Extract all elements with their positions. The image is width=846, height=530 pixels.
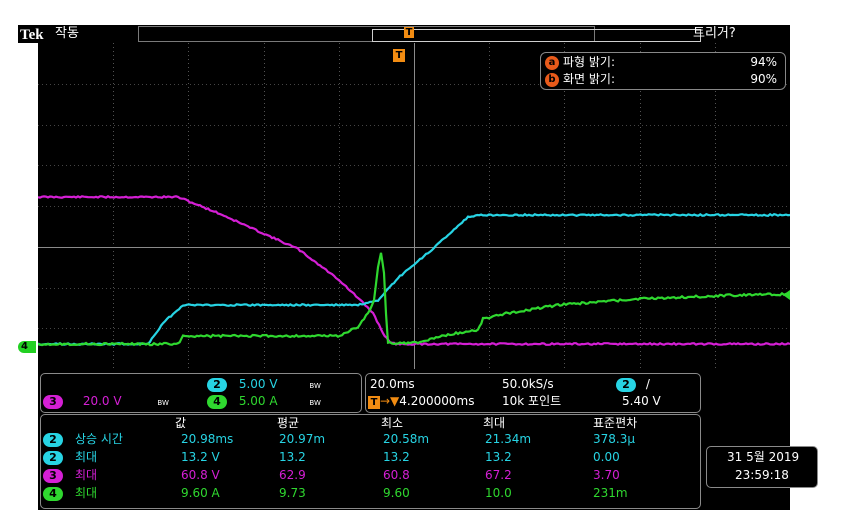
row-name: 최대: [75, 450, 98, 464]
ch2-scale-row[interactable]: 2 5.00 V BW: [207, 377, 347, 392]
ch4-scale-row[interactable]: 4 5.00 A BW: [207, 394, 347, 409]
waveform-brightness-value: 94%: [750, 55, 777, 69]
brightness-readout: a 파형 밝기: 94% b 화면 밝기: 90%: [540, 52, 786, 90]
table-row[interactable]: 3 최대 60.8 V 62.9 60.8 67.2 3.70: [43, 468, 693, 484]
row-ch-badge: 2: [43, 433, 63, 447]
acquisition-mode: 작동: [55, 26, 79, 41]
ch3-bw-icon: BW: [157, 399, 169, 407]
row-min: 60.8: [383, 468, 410, 482]
ch4-scale: 5.00 A: [238, 394, 278, 408]
ch4-bw-icon: BW: [309, 399, 321, 407]
row-value: 20.98ms: [181, 432, 234, 446]
row-mean: 62.9: [279, 468, 306, 482]
row-ch-badge: 2: [43, 451, 63, 465]
trigger-level: 5.40 V: [622, 394, 661, 408]
record-length: 10k 포인트: [502, 394, 562, 408]
row-mean: 13.2: [279, 450, 306, 464]
trigger-ch2-badge: 2: [616, 378, 636, 392]
ch2-scale: 5.00 V: [238, 377, 278, 391]
row-max: 67.2: [485, 468, 512, 482]
trigger-status: 트리거?: [693, 26, 736, 41]
grid-lines: [38, 43, 790, 369]
row-value: 60.8 V: [181, 468, 220, 482]
ch3-scale: 20.0 V: [82, 394, 122, 408]
row-name: 상승 시간: [75, 432, 123, 446]
screen-brightness-value: 90%: [750, 72, 777, 86]
header-stddev: 표준편차: [593, 416, 638, 430]
oscilloscope-screen: Tek 작동 T 트리거? T a 파형 밝기: 94% b 화면 밝기: 90%: [0, 0, 846, 530]
row-value: 9.60 A: [181, 486, 220, 500]
channel-scale-box[interactable]: 2 5.00 V BW 3 20.0 V BW 4 5.00 A BW: [40, 373, 362, 413]
sample-rate: 50.0kS/s: [502, 377, 554, 391]
horizontal-position: T →▼4.200000ms: [368, 394, 475, 409]
time: 23:59:18: [735, 468, 789, 482]
ch4-ground-marker[interactable]: 4: [18, 341, 36, 353]
trigger-slope: /: [645, 377, 650, 391]
waveform-brightness-row: a 파형 밝기: 94%: [545, 54, 781, 71]
table-row[interactable]: 2 상승 시간 20.98ms 20.97m 20.58m 21.34m 378…: [43, 432, 693, 448]
ch4-level-marker: [783, 290, 790, 300]
ch3-scale-row[interactable]: 3 20.0 V BW: [43, 394, 193, 409]
delay-arrow-icon: →▼: [380, 394, 400, 408]
row-min: 9.60: [383, 486, 410, 500]
row-max: 21.34m: [485, 432, 532, 446]
row-mean: 20.97m: [279, 432, 326, 446]
badge-b-icon: b: [545, 73, 559, 87]
readout-panel: 2 5.00 V BW 3 20.0 V BW 4 5.00 A BW 20.0…: [38, 369, 790, 510]
badge-a-icon: a: [545, 56, 559, 70]
row-max: 13.2: [485, 450, 512, 464]
table-row[interactable]: 2 최대 13.2 V 13.2 13.2 13.2 0.00: [43, 450, 693, 466]
row-min: 20.58m: [383, 432, 430, 446]
header-max: 최대: [483, 416, 506, 430]
ch4-badge: 4: [207, 395, 227, 409]
row-max: 10.0: [485, 486, 512, 500]
row-stddev: 231m: [593, 486, 628, 500]
top-status-bar: Tek 작동 T 트리거?: [18, 25, 790, 43]
record-view-window[interactable]: [372, 29, 701, 42]
header-value: 값: [175, 416, 187, 430]
trigger-position-icon: T: [404, 27, 414, 38]
trigger-marker-icon[interactable]: T: [393, 49, 405, 62]
horizontal-position-value: 4.200000ms: [399, 394, 475, 408]
table-row[interactable]: 4 최대 9.60 A 9.73 9.60 10.0 231m: [43, 486, 693, 502]
ch3-badge: 3: [43, 395, 63, 409]
waveform-brightness-label: 파형 밝기:: [563, 55, 616, 69]
row-mean: 9.73: [279, 486, 306, 500]
graticule-svg: [38, 43, 790, 369]
header-mean: 평균: [277, 416, 300, 430]
screen-brightness-row: b 화면 밝기: 90%: [545, 71, 781, 88]
trigger-source: 2 /: [616, 377, 650, 392]
ch2-badge: 2: [207, 378, 227, 392]
row-min: 13.2: [383, 450, 410, 464]
header-min: 최소: [381, 416, 404, 430]
row-stddev: 3.70: [593, 468, 620, 482]
row-name: 최대: [75, 468, 98, 482]
trigger-small-icon: T: [368, 396, 380, 409]
row-ch-badge: 3: [43, 469, 63, 483]
row-ch-badge: 4: [43, 487, 63, 501]
row-value: 13.2 V: [181, 450, 220, 464]
timebase-box[interactable]: 20.0ms 50.0kS/s 2 / T →▼4.200000ms 10k 포인…: [365, 373, 701, 413]
waveform-graticule: T a 파형 밝기: 94% b 화면 밝기: 90%: [38, 43, 790, 369]
row-stddev: 378.3μ: [593, 432, 635, 446]
row-name: 최대: [75, 486, 98, 500]
row-stddev: 0.00: [593, 450, 620, 464]
record-length-bar[interactable]: [138, 26, 701, 42]
measurement-table: 값 평균 최소 최대 표준편차 2 상승 시간 20.98ms 20.97m 2…: [40, 414, 701, 509]
horizontal-scale: 20.0ms: [370, 377, 415, 391]
datetime-box: 31 5월 2019 23:59:18: [706, 446, 818, 488]
ch2-bw-icon: BW: [309, 382, 321, 390]
brand-logo: Tek: [20, 27, 44, 43]
date: 31 5월 2019: [727, 450, 800, 464]
screen-brightness-label: 화면 밝기:: [563, 72, 616, 86]
